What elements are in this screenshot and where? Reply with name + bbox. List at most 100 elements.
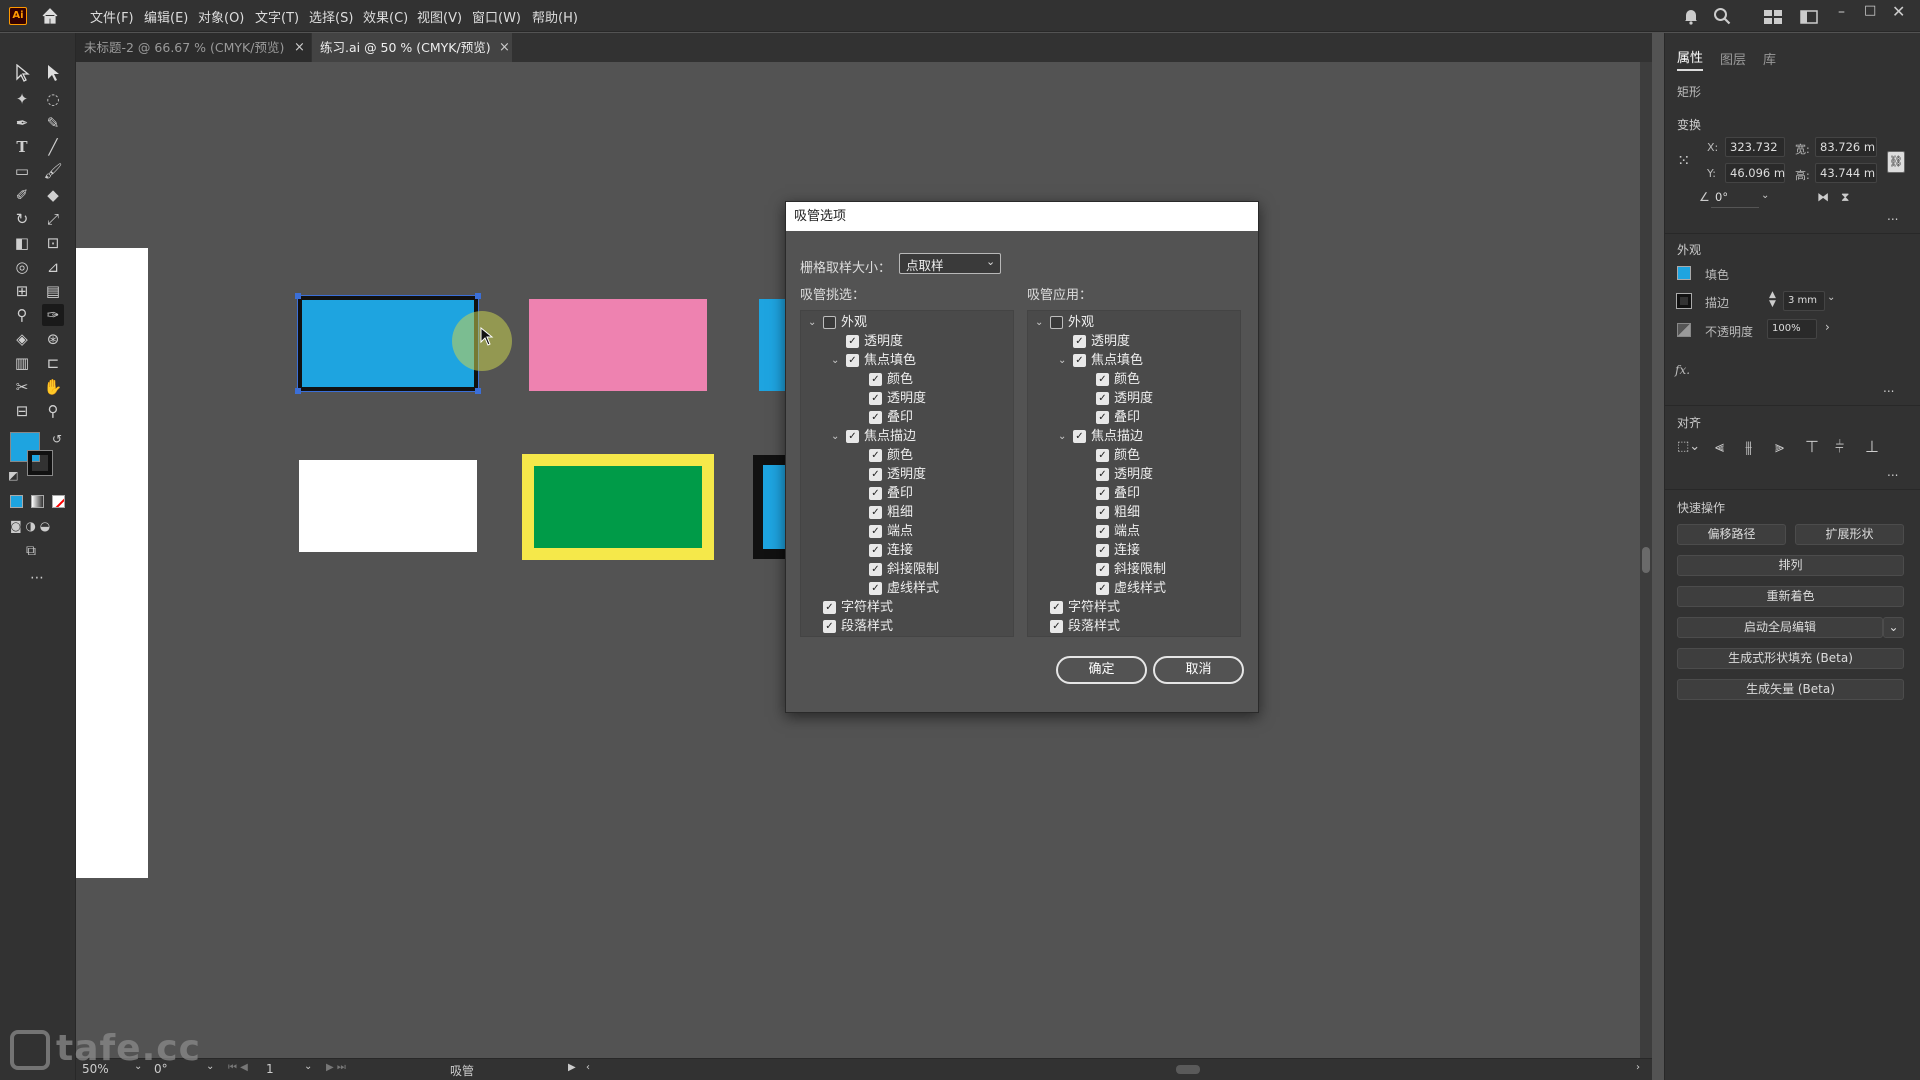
align-top-icon[interactable]: ⊤ (1805, 437, 1819, 456)
tree-row[interactable]: ⌄ ✓ 焦点填色 (801, 351, 1013, 370)
checkbox[interactable]: ✓ (869, 468, 882, 481)
align-bottom-icon[interactable]: ⊥ (1865, 437, 1879, 456)
expand-chevron-icon[interactable]: ⌄ (808, 313, 816, 332)
generate-vector-button[interactable]: 生成矢量 (Beta) (1677, 679, 1904, 700)
opacity-field[interactable]: 100% (1767, 319, 1817, 339)
checkbox[interactable]: ✓ (869, 506, 882, 519)
type-tool-icon[interactable]: T (11, 136, 33, 158)
global-edit-button[interactable]: 启动全局编辑 (1677, 617, 1883, 638)
angle-field[interactable]: 0° (1711, 188, 1759, 208)
tree-row[interactable]: ⌄ 外观 (801, 313, 1013, 332)
checkbox[interactable]: ✓ (823, 601, 836, 614)
stepper-icon[interactable]: ▲ ▼ (1769, 291, 1776, 309)
tree-row[interactable]: ✓ 段落样式 (801, 617, 1013, 636)
flip-horizontal-icon[interactable]: ⧓ (1817, 190, 1829, 204)
slice-tool-icon[interactable]: ✂ (11, 376, 33, 398)
tree-row[interactable]: ✓ 透明度 (801, 465, 1013, 484)
checkbox[interactable]: ✓ (1096, 506, 1109, 519)
stroke-swatch[interactable] (27, 450, 53, 476)
more-options-icon[interactable]: ... (1887, 465, 1898, 479)
fx-effects-button[interactable]: fx. (1675, 363, 1690, 377)
symbol-sprayer-icon[interactable]: ⊛ (42, 328, 64, 350)
scroll-right-icon[interactable]: › (1636, 1062, 1640, 1073)
expand-shape-button[interactable]: 扩展形状 (1795, 524, 1904, 545)
cyan-rectangle-selected[interactable] (297, 295, 479, 392)
checkbox[interactable]: ✓ (869, 563, 882, 576)
checkbox[interactable]: ✓ (869, 449, 882, 462)
default-colors-icon[interactable]: ◩ (8, 469, 18, 482)
constrain-proportions-icon[interactable]: ⛓ (1887, 151, 1905, 173)
stroke-weight-field[interactable]: 3 mm (1783, 291, 1825, 311)
checkbox[interactable]: ✓ (823, 620, 836, 633)
selection-handle[interactable] (475, 293, 481, 299)
menu-select[interactable]: 选择(S) (309, 7, 353, 26)
tree-row[interactable]: ✓ 叠印 (1028, 408, 1240, 427)
checkbox[interactable]: ✓ (869, 525, 882, 538)
tree-row[interactable]: ✓ 透明度 (1028, 332, 1240, 351)
tree-row[interactable]: ✓ 端点 (801, 522, 1013, 541)
tree-row[interactable]: ✓ 叠印 (801, 408, 1013, 427)
zoom-tool-icon[interactable]: ⚲ (42, 400, 64, 422)
menu-type[interactable]: 文字(T) (255, 7, 299, 26)
tree-row[interactable]: ⌄ ✓ 焦点填色 (1028, 351, 1240, 370)
expand-chevron-icon[interactable]: ⌄ (1058, 427, 1066, 446)
eyedropper-icon[interactable]: ⚲ (11, 304, 33, 326)
scale-tool-icon[interactable]: ⤢ (42, 208, 64, 230)
graph-tool-icon[interactable]: ▥ (11, 352, 33, 374)
width-tool-icon[interactable]: ◧ (11, 232, 33, 254)
chevron-down-icon[interactable]: ⌄ (206, 1061, 214, 1072)
draw-mode-icon[interactable]: ◙ ◑ ◒ (10, 519, 50, 533)
selection-handle[interactable] (295, 388, 301, 394)
menu-edit[interactable]: 编辑(E) (144, 7, 188, 26)
tree-row[interactable]: ✓ 虚线样式 (801, 579, 1013, 598)
free-transform-icon[interactable]: ⊡ (42, 232, 64, 254)
artboard-number[interactable]: 1 (266, 1062, 274, 1076)
tree-row[interactable]: ✓ 颜色 (801, 446, 1013, 465)
expand-chevron-icon[interactable]: ⌄ (1035, 313, 1043, 332)
checkbox[interactable]: ✓ (1096, 563, 1109, 576)
tree-row[interactable]: ✓ 颜色 (801, 370, 1013, 389)
lasso-icon[interactable]: ◌ (42, 88, 64, 110)
expand-chevron-icon[interactable]: ⌄ (831, 351, 839, 370)
eraser-icon[interactable]: ◆ (42, 184, 64, 206)
checkbox[interactable]: ✓ (1073, 335, 1086, 348)
tree-row[interactable]: ✓ 斜接限制 (801, 560, 1013, 579)
checkbox[interactable]: ✓ (1096, 487, 1109, 500)
more-options-icon[interactable]: ... (1883, 381, 1894, 395)
checkbox[interactable] (1050, 316, 1063, 329)
horizontal-scroll-thumb[interactable] (1176, 1065, 1200, 1074)
checkbox[interactable]: ✓ (1050, 620, 1063, 633)
stroke-swatch-icon[interactable] (1676, 293, 1692, 309)
rectangle-tool-icon[interactable]: ▭ (11, 160, 33, 182)
perspective-grid-icon[interactable]: ⊿ (42, 256, 64, 278)
checkbox[interactable] (823, 316, 836, 329)
menu-window[interactable]: 窗口(W) (472, 7, 521, 26)
more-tools-icon[interactable]: ⋯ (30, 570, 44, 586)
checkbox[interactable]: ✓ (1096, 544, 1109, 557)
checkbox[interactable]: ✓ (1096, 449, 1109, 462)
artboard-tool-icon[interactable]: ⊏ (42, 352, 64, 374)
direct-selection-tool-icon[interactable] (42, 64, 64, 86)
menu-object[interactable]: 对象(O) (198, 7, 244, 26)
checkbox[interactable]: ✓ (869, 392, 882, 405)
generative-shape-fill-button[interactable]: 生成式形状填充 (Beta) (1677, 648, 1904, 669)
expand-chevron-icon[interactable]: ⌄ (831, 427, 839, 446)
gradient-mode-icon[interactable] (31, 495, 44, 508)
checkbox[interactable]: ✓ (1050, 601, 1063, 614)
arrange-documents-icon[interactable] (1800, 9, 1818, 24)
line-tool-icon[interactable]: ╱ (42, 136, 64, 158)
checkbox[interactable]: ✓ (869, 544, 882, 557)
search-icon[interactable] (1713, 7, 1731, 25)
print-tiling-icon[interactable]: ⊟ (11, 400, 33, 422)
checkbox[interactable]: ✓ (1096, 411, 1109, 424)
screen-mode-icon[interactable]: ⧉ (26, 543, 36, 559)
close-window-icon[interactable]: ✕ (1892, 2, 1905, 21)
checkbox[interactable]: ✓ (1096, 525, 1109, 538)
checkbox[interactable]: ✓ (869, 411, 882, 424)
expand-chevron-icon[interactable]: ⌄ (1058, 351, 1066, 370)
magic-wand-icon[interactable]: ✦ (11, 88, 33, 110)
flip-vertical-icon[interactable]: ⧗ (1841, 190, 1849, 205)
tree-row[interactable]: ✓ 叠印 (801, 484, 1013, 503)
align-horizontal-center-icon[interactable]: ⫵ (1745, 437, 1752, 457)
cancel-button[interactable]: 取消 (1153, 656, 1244, 684)
